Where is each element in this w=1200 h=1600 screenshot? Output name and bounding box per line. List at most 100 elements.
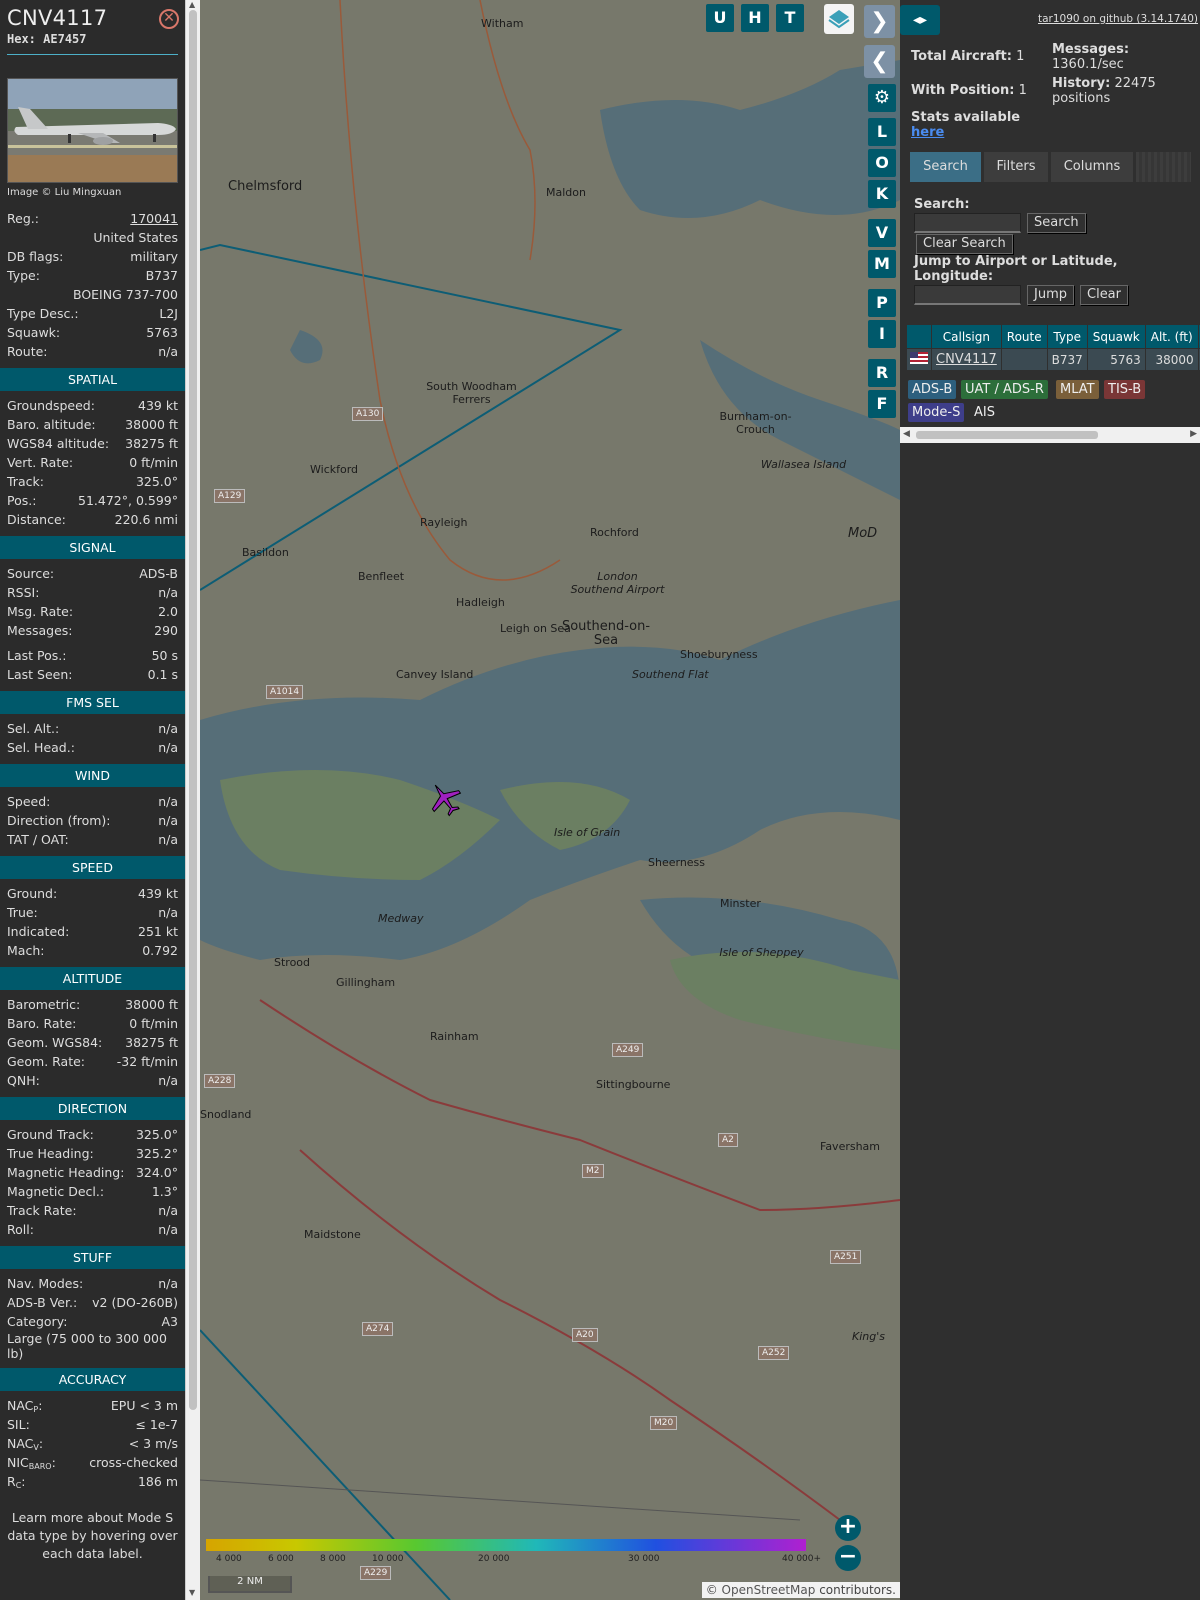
with-position-stat: With Position: 1 bbox=[911, 83, 1027, 98]
jump-input[interactable] bbox=[914, 285, 1021, 305]
fms-row: Sel. Alt.: n/a bbox=[0, 719, 185, 738]
scroll-up-icon[interactable]: ▲ bbox=[189, 0, 195, 9]
basic-info-list: Reg.: 170041 United States DB flags: militar… bbox=[0, 209, 185, 361]
sidebar-scrollbar[interactable]: ▲ ▼ bbox=[185, 0, 200, 1600]
basic-label: Reg.: bbox=[7, 211, 39, 226]
column-header[interactable]: Alt. (ft) bbox=[1144, 324, 1199, 349]
section-stuff: STUFF bbox=[0, 1246, 185, 1269]
fms-label: Sel. Alt.: bbox=[7, 721, 60, 736]
map-canvas[interactable]: Witham Chelmsford Maldon South Woodham Ferr… bbox=[200, 0, 900, 1600]
signal-row: Messages: 290 bbox=[0, 621, 185, 640]
osm-link[interactable]: OpenStreetMap bbox=[722, 1583, 816, 1597]
road-shield: A130 bbox=[352, 407, 384, 421]
basic-value[interactable]: 170041 bbox=[130, 209, 178, 228]
wind-value: n/a bbox=[158, 794, 178, 809]
help-note: Learn more about Mode S data type by hov… bbox=[7, 1510, 178, 1561]
toggle-h-button[interactable]: H bbox=[741, 4, 769, 32]
wind-label: Speed: bbox=[7, 794, 51, 809]
github-link[interactable]: tar1090 on github (3.14.1740) bbox=[1038, 13, 1198, 25]
jump-button[interactable]: Jump bbox=[1027, 285, 1074, 305]
clear-search-button[interactable]: Clear Search bbox=[916, 234, 1013, 254]
search-button[interactable]: Search bbox=[1027, 213, 1086, 233]
zoom-out-button[interactable]: − bbox=[835, 1545, 861, 1571]
section-direction: DIRECTION bbox=[0, 1097, 185, 1120]
altitude-row: Geom. Rate: -32 ft/min bbox=[0, 1052, 185, 1071]
place-label: Medway bbox=[378, 912, 424, 925]
basic-row: Route: n/a bbox=[0, 342, 185, 361]
close-icon[interactable]: ✕ bbox=[159, 9, 179, 29]
toggle-l-button[interactable]: L bbox=[868, 118, 896, 146]
expand-right-button[interactable]: ❯ bbox=[864, 5, 895, 38]
section-signal: SIGNAL bbox=[0, 536, 185, 559]
sil-row: SIL: ≤ 1e-7 bbox=[0, 1415, 185, 1434]
nicbaro-label: NICBARO: bbox=[7, 1455, 56, 1471]
scrollbar-thumb[interactable] bbox=[189, 10, 197, 1410]
place-label: MoD bbox=[848, 526, 878, 541]
direction-row: Roll: n/a bbox=[0, 1220, 185, 1239]
stuff-row: ADS-B Ver.: v2 (DO-260B) bbox=[0, 1293, 185, 1312]
toggle-u-button[interactable]: U bbox=[706, 4, 734, 32]
direction-label: True Heading: bbox=[7, 1146, 94, 1161]
tab-filters[interactable]: Filters bbox=[984, 152, 1048, 182]
toggle-o-button[interactable]: O bbox=[868, 149, 896, 177]
road-shield: A2 bbox=[718, 1133, 738, 1147]
column-header[interactable]: Type bbox=[1046, 324, 1088, 349]
signal-value: 0.1 s bbox=[147, 667, 178, 682]
toggle-r-button[interactable]: R bbox=[868, 359, 896, 387]
road-shield: A129 bbox=[214, 489, 246, 503]
signal-list: Source: ADS-B RSSI: n/a Msg. Rate: 2.0 Message… bbox=[0, 564, 185, 640]
toggle-t-button[interactable]: T bbox=[776, 4, 804, 32]
table-horizontal-scrollbar[interactable]: ◀ ▶ bbox=[900, 427, 1200, 443]
road-shield: M20 bbox=[650, 1416, 678, 1430]
tab-extra[interactable] bbox=[1136, 152, 1191, 182]
toggle-m-button[interactable]: M bbox=[868, 250, 896, 278]
column-header[interactable]: Squawk bbox=[1086, 324, 1146, 349]
direction-row: Magnetic Heading: 324.0° bbox=[0, 1163, 185, 1182]
toggle-i-button[interactable]: I bbox=[868, 320, 896, 348]
spatial-row: Vert. Rate: 0 ft/min bbox=[0, 453, 185, 472]
toggle-f-button[interactable]: F bbox=[868, 390, 896, 418]
signal-label: Last Seen: bbox=[7, 667, 73, 682]
aircraft-photo[interactable] bbox=[7, 78, 178, 183]
stuff-row: Nav. Modes: n/a bbox=[0, 1274, 185, 1293]
wind-row: TAT / OAT: n/a bbox=[0, 830, 185, 849]
callsign-cell[interactable]: CNV4117 bbox=[931, 348, 1002, 371]
zoom-in-button[interactable]: + bbox=[835, 1515, 861, 1541]
tab-search[interactable]: Search bbox=[910, 152, 981, 182]
collapse-left-button[interactable]: ❮ bbox=[864, 45, 895, 78]
scroll-down-icon[interactable]: ▼ bbox=[189, 1588, 195, 1597]
stuff-label: Category: bbox=[7, 1314, 68, 1329]
spatial-label: Groundspeed: bbox=[7, 398, 95, 413]
scroll-left-icon[interactable]: ◀ bbox=[903, 429, 910, 439]
hscroll-thumb[interactable] bbox=[916, 431, 1098, 439]
column-header[interactable] bbox=[906, 324, 932, 349]
search-input[interactable] bbox=[914, 213, 1021, 233]
scroll-right-icon[interactable]: ▶ bbox=[1190, 429, 1197, 439]
direction-row: Magnetic Decl.: 1.3° bbox=[0, 1182, 185, 1201]
aircraft-marker-icon[interactable] bbox=[426, 780, 464, 818]
stats-here-link[interactable]: here bbox=[911, 125, 944, 140]
signal-label: Source: bbox=[7, 566, 55, 581]
place-label: Rainham bbox=[430, 1030, 479, 1043]
place-label: Basildon bbox=[242, 546, 289, 559]
settings-button[interactable]: ⚙ bbox=[868, 84, 896, 112]
toggle-v-button[interactable]: V bbox=[868, 219, 896, 247]
speed-row: Indicated: 251 kt bbox=[0, 922, 185, 941]
tab-columns[interactable]: Columns bbox=[1051, 152, 1133, 182]
direction-label: Track Rate: bbox=[7, 1203, 77, 1218]
layers-button[interactable] bbox=[824, 4, 854, 34]
basic-label: Route: bbox=[7, 344, 48, 359]
toggle-panel-button[interactable]: ◂▸ bbox=[900, 5, 940, 35]
chevron-right-icon: ❯ bbox=[870, 9, 889, 34]
toggle-k-button[interactable]: K bbox=[868, 180, 896, 208]
callsign-link[interactable]: CNV4117 bbox=[936, 352, 997, 367]
nicbaro-value: cross-checked bbox=[89, 1455, 178, 1470]
clear-button[interactable]: Clear bbox=[1080, 285, 1128, 305]
place-label: Wickford bbox=[310, 463, 359, 476]
toggle-p-button[interactable]: P bbox=[868, 289, 896, 317]
wind-value: n/a bbox=[158, 832, 178, 847]
column-header[interactable]: Route bbox=[1000, 324, 1048, 349]
fms-row: Sel. Head.: n/a bbox=[0, 738, 185, 757]
table-row[interactable]: CNV4117 B737 5763 38000 bbox=[906, 348, 1200, 371]
column-header[interactable]: Callsign bbox=[931, 324, 1002, 349]
